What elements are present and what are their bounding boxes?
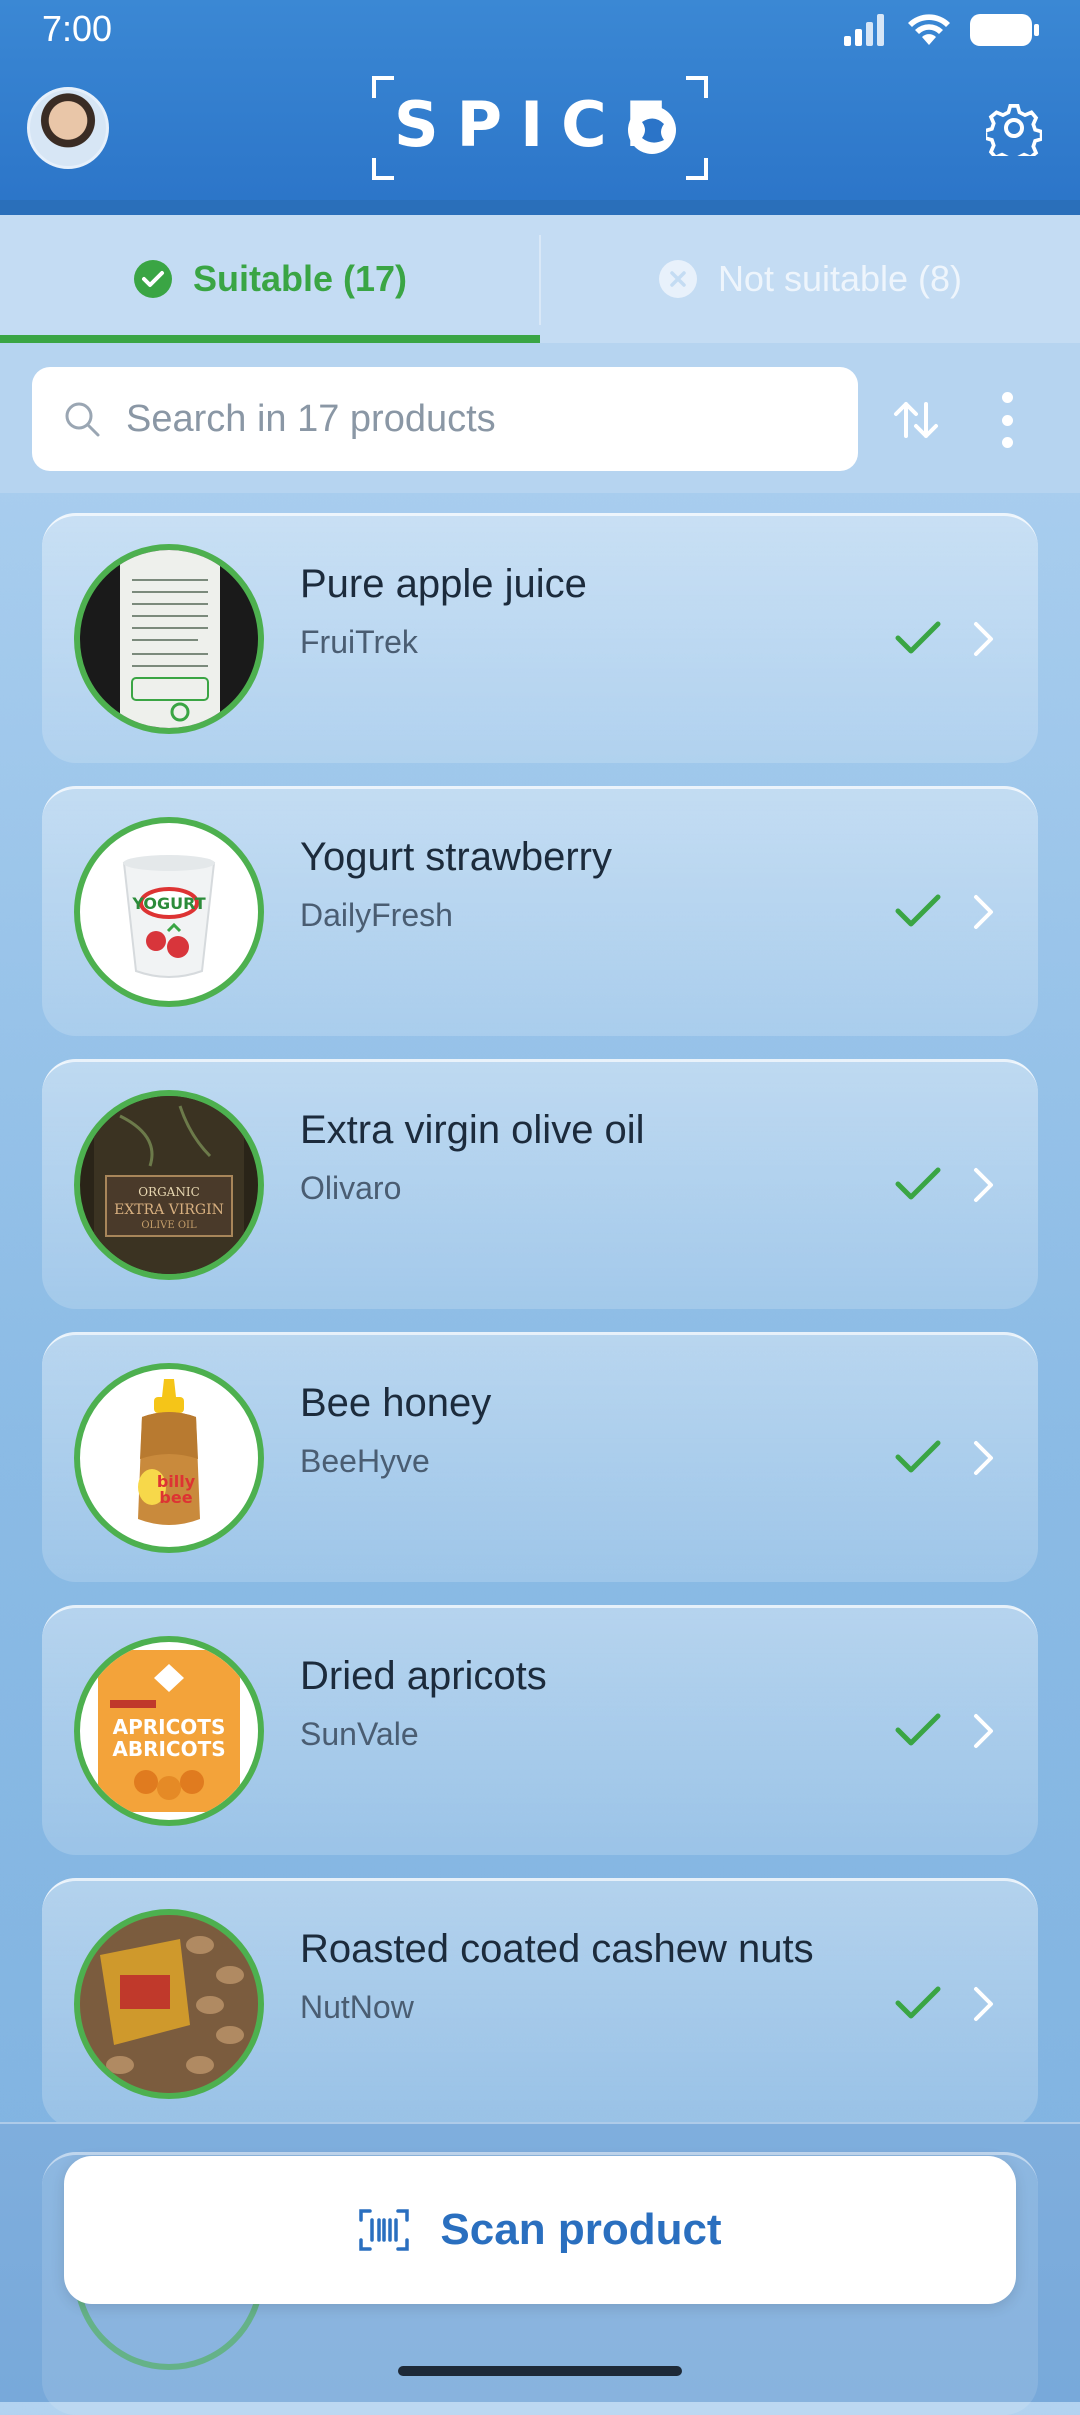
product-card[interactable]: Roasted coated cashew nuts NutNow	[42, 1878, 1038, 2128]
status-time: 7:00	[42, 8, 113, 49]
barcode-icon	[359, 2209, 410, 2251]
product-brand: SunVale	[300, 1716, 419, 1752]
chevron-right-icon	[974, 1168, 993, 1202]
app-logo: SPICE	[372, 76, 708, 180]
svg-text:YOGURT: YOGURT	[131, 894, 205, 913]
check-icon	[895, 1713, 941, 1746]
product-brand: DailyFresh	[300, 897, 453, 933]
check-icon	[895, 1167, 941, 1200]
product-name: Extra virgin olive oil	[300, 1108, 645, 1152]
svg-text:OLIVE OIL: OLIVE OIL	[141, 1220, 197, 1231]
check-circle-icon	[133, 260, 172, 298]
svg-text:ABRICOTS: ABRICOTS	[112, 1737, 225, 1761]
search-icon	[65, 402, 100, 437]
home-indicator	[398, 2366, 682, 2376]
svg-text:ORGANIC: ORGANIC	[138, 1185, 200, 1199]
chevron-right-icon	[974, 895, 993, 929]
product-card[interactable]: YOGURT Yogurt strawberry DailyFresh	[42, 786, 1038, 1036]
product-image: APRICOTS ABRICOTS	[74, 1636, 264, 1826]
status-icons	[842, 12, 1040, 48]
chevron-right-icon	[974, 1441, 993, 1475]
product-brand: BeeHyve	[300, 1443, 430, 1479]
product-brand: FruiTrek	[300, 624, 418, 660]
tab-divider	[539, 235, 541, 325]
product-card[interactable]: Pure apple juice FruiTrek	[42, 513, 1038, 763]
more-options-icon[interactable]	[992, 392, 1022, 448]
product-image: billy bee	[74, 1363, 264, 1553]
product-image: ORGANIC EXTRA VIRGIN OLIVE OIL	[74, 1090, 264, 1280]
product-name: Yogurt strawberry	[300, 835, 612, 879]
product-name: Pure apple juice	[300, 562, 587, 606]
chevron-right-icon	[974, 1714, 993, 1748]
product-name: Dried apricots	[300, 1654, 547, 1698]
tab-not-suitable[interactable]: Not suitable (8)	[540, 215, 1080, 343]
scan-product-button[interactable]: Scan product	[64, 2156, 1016, 2304]
check-icon	[895, 621, 941, 654]
svg-text:EXTRA VIRGIN: EXTRA VIRGIN	[114, 1202, 224, 1218]
tab-bar: Suitable (17) Not suitable (8)	[0, 215, 1080, 343]
header-divider	[0, 200, 1080, 215]
chevron-right-icon	[974, 622, 993, 656]
check-icon	[895, 1440, 941, 1473]
svg-text:APRICOTS: APRICOTS	[113, 1715, 226, 1739]
product-brand: NutNow	[300, 1989, 414, 2025]
gear-icon[interactable]	[986, 100, 1042, 156]
product-name: Roasted coated cashew nuts	[300, 1927, 814, 1971]
svg-text:bee: bee	[159, 1488, 192, 1507]
product-card[interactable]: APRICOTS ABRICOTS Dried apricots SunVale	[42, 1605, 1038, 1855]
search-box[interactable]	[32, 367, 858, 471]
product-image: YOGURT	[74, 817, 264, 1007]
product-image	[74, 544, 264, 734]
tab-not-suitable-label: Not suitable (8)	[717, 258, 963, 299]
tab-suitable-label: Suitable (17)	[192, 258, 408, 299]
battery-icon	[970, 14, 1039, 46]
wifi-icon	[908, 14, 950, 45]
close-circle-icon	[658, 260, 697, 298]
product-card[interactable]: billy bee Bee honey BeeHyve	[42, 1332, 1038, 1582]
product-brand: Olivaro	[300, 1170, 402, 1206]
product-image	[74, 1909, 264, 2099]
signal-icon	[844, 14, 884, 46]
chevron-right-icon	[974, 1987, 993, 2021]
check-icon	[895, 894, 941, 927]
check-icon	[895, 1986, 941, 2019]
search-input[interactable]	[124, 396, 828, 442]
logo-mark-icon	[628, 106, 676, 154]
product-card[interactable]: ORGANIC EXTRA VIRGIN OLIVE OIL Extra vir…	[42, 1059, 1038, 1309]
product-name: Bee honey	[300, 1381, 492, 1425]
scan-product-label: Scan product	[440, 2205, 722, 2254]
tab-suitable[interactable]: Suitable (17)	[0, 215, 540, 343]
avatar[interactable]	[27, 87, 109, 169]
sort-icon[interactable]	[888, 392, 944, 448]
